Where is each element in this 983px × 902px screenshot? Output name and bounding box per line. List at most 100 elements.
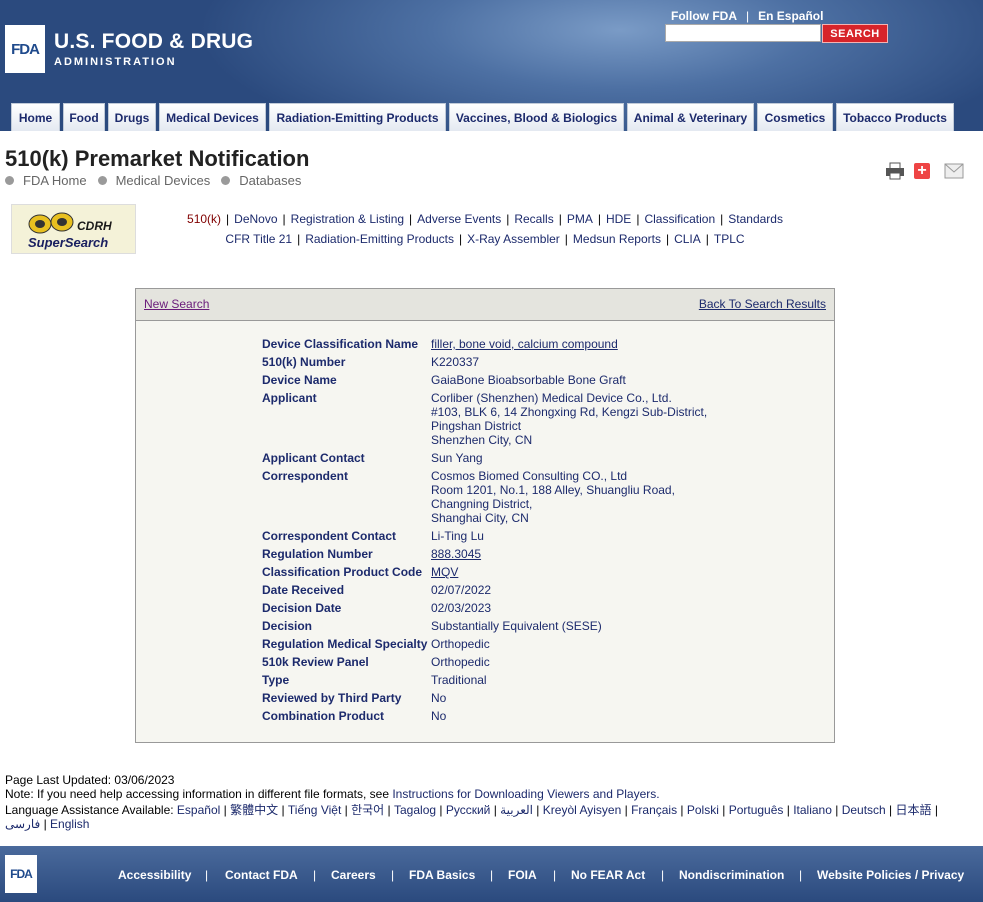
lang-link[interactable]: Kreyòl Ayisyen [543,803,622,817]
lang-link[interactable]: 繁體中文 [230,803,278,817]
nav-tab-home[interactable]: Home [11,103,60,131]
field-row: Classification Product Code MQV [262,565,707,579]
field-value-multiline: Cosmos Biomed Consulting CO., Ltd Room 1… [431,469,675,525]
link-pma[interactable]: PMA [567,212,593,226]
field-row: Decision Substantially Equivalent (SESE) [262,619,707,633]
lang-link[interactable]: Português [729,803,784,817]
back-to-results-link[interactable]: Back To Search Results [699,297,826,311]
lang-link[interactable]: Italiano [793,803,832,817]
nav-tab-animal-veterinary[interactable]: Animal & Veterinary [627,103,754,131]
en-espanol-link[interactable]: En Español [758,9,823,23]
footer-link-nondiscrimination[interactable]: Nondiscrimination [679,868,784,882]
field-row: Device Classification Name filler, bone v… [262,337,707,351]
lang-link[interactable]: Tiếng Việt [288,803,341,817]
lang-link[interactable]: فارسی [5,817,40,831]
cdrh-database-links-row1: 510(k) | DeNovo | Registration & Listing | Adv… [187,212,783,226]
share-plus-icon[interactable]: + [914,162,930,179]
address-line: Room 1201, No.1, 188 Alley, Shuangliu Ro… [431,483,675,497]
footer-link-fda-basics[interactable]: FDA Basics [409,868,475,882]
nav-tab-cosmetics[interactable]: Cosmetics [757,103,833,131]
lang-link[interactable]: Polski [687,803,719,817]
footer-link-careers[interactable]: Careers [331,868,376,882]
field-row: Regulation Number 888.3045 [262,547,707,561]
nav-tab-tobacco-products[interactable]: Tobacco Products [836,103,954,131]
lang-link[interactable]: English [50,817,89,831]
product-code-link[interactable]: MQV [431,565,458,579]
field-label: Decision Date [262,601,342,615]
footer-link-website-policies[interactable]: Website Policies / Privacy [817,868,964,882]
site-title[interactable]: U.S. FOOD & DRUG [54,30,253,54]
bullet-icon [5,176,14,185]
page-last-updated: Page Last Updated: 03/06/2023 [5,773,175,787]
breadcrumb-fda-home[interactable]: FDA Home [23,173,87,188]
lang-link[interactable]: Español [177,803,220,817]
footer-link-foia[interactable]: FOIA [508,868,537,882]
field-value: No [431,709,447,723]
link-tplc[interactable]: TPLC [714,232,745,246]
footer-link-accessibility[interactable]: Accessibility [118,868,191,882]
nav-tab-drugs[interactable]: Drugs [108,103,156,131]
lang-link[interactable]: Русский [446,803,491,817]
link-510k[interactable]: 510(k) [187,212,221,226]
link-registration-listing[interactable]: Registration & Listing [291,212,404,226]
lang-link[interactable]: 한국어 [351,803,384,817]
bullet-icon [97,176,107,185]
binoculars-icon [28,212,74,234]
nav-tab-vaccines[interactable]: Vaccines, Blood & Biologics [449,103,624,131]
field-label: Applicant [262,391,317,405]
link-hde[interactable]: HDE [606,212,631,226]
new-search-link[interactable]: New Search [144,297,209,311]
lang-link[interactable]: Français [631,803,677,817]
cdrh-supersearch-logo[interactable]: CDRH SuperSearch [11,204,136,254]
lang-link[interactable]: Deutsch [842,803,886,817]
device-classification-link[interactable]: filler, bone void, calcium compound [431,337,618,351]
link-denovo[interactable]: DeNovo [234,212,277,226]
footer-link-contact-fda[interactable]: Contact FDA [225,868,298,882]
link-standards[interactable]: Standards [728,212,783,226]
search-input[interactable] [665,24,821,42]
link-adverse-events[interactable]: Adverse Events [417,212,501,226]
nav-tab-food[interactable]: Food [63,103,105,131]
link-recalls[interactable]: Recalls [514,212,553,226]
field-label: 510k Review Panel [262,655,369,669]
search-button[interactable]: SEARCH [822,24,888,43]
link-classification[interactable]: Classification [644,212,715,226]
nav-tab-medical-devices[interactable]: Medical Devices [159,103,266,131]
viewers-players-link[interactable]: Instructions for Downloading Viewers and… [392,787,659,801]
field-value: No [431,691,447,705]
field-value: K220337 [431,355,480,369]
follow-fda-link[interactable]: Follow FDA [671,9,737,23]
footer-fda-logo[interactable]: FDA [5,855,37,893]
footer-separator: | [391,868,395,882]
link-clia[interactable]: CLIA [674,232,701,246]
footer-separator: | [205,868,209,882]
address-line: Cosmos Biomed Consulting CO., Ltd [431,469,628,483]
language-label: Language Assistance Available: [5,803,177,817]
field-value: 02/07/2022 [431,583,492,597]
email-icon[interactable] [944,162,964,180]
header-separator: | [746,9,750,23]
address-line: Shenzhen City, CN [431,433,533,447]
link-x-ray-assembler[interactable]: X-Ray Assembler [467,232,560,246]
lang-link[interactable]: Tagalog [394,803,436,817]
language-assistance: Language Assistance Available: Español |… [5,803,938,831]
link-medsun-reports[interactable]: Medsun Reports [573,232,661,246]
breadcrumb: FDA Home Medical Devices Databases [5,173,312,188]
fda-logo[interactable]: FDA [5,25,45,73]
lang-link[interactable]: العربية [500,803,533,817]
panel-header: New Search Back To Search Results [136,289,834,321]
link-cfr-title-21[interactable]: CFR Title 21 [225,232,292,246]
field-row: Reviewed by Third Party No [262,691,707,705]
field-value-multiline: Corliber (Shenzhen) Medical Device Co., … [431,391,707,447]
nav-tab-radiation-emitting-products[interactable]: Radiation-Emitting Products [269,103,446,131]
field-value: Orthopedic [431,655,490,669]
regulation-number-link[interactable]: 888.3045 [431,547,481,561]
breadcrumb-databases[interactable]: Databases [239,173,301,188]
link-radiation-emitting-products[interactable]: Radiation-Emitting Products [305,232,454,246]
breadcrumb-medical-devices[interactable]: Medical Devices [116,173,211,188]
footer-link-no-fear-act[interactable]: No FEAR Act [571,868,645,882]
field-value: GaiaBone Bioabsorbable Bone Graft [431,373,626,387]
field-label: Device Classification Name [262,337,419,351]
lang-link[interactable]: 日本語 [896,803,932,817]
print-icon[interactable] [885,162,905,180]
